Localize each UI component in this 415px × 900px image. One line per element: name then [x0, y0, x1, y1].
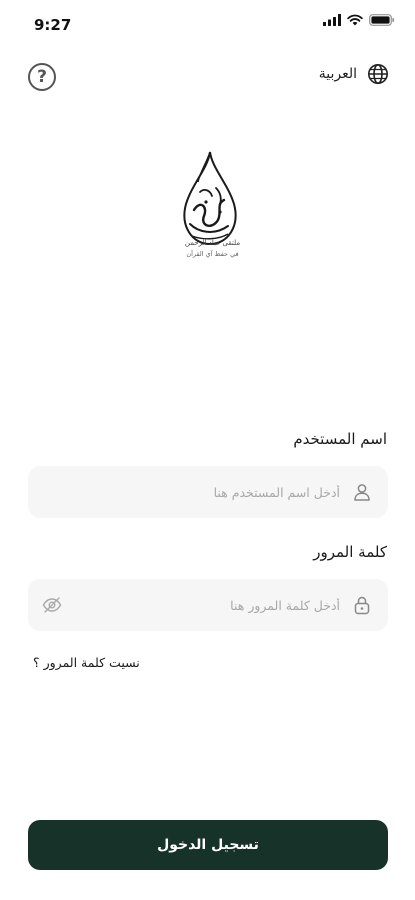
user-icon	[354, 484, 370, 501]
wifi-icon	[347, 14, 363, 26]
battery-icon	[369, 14, 395, 26]
forgot-password-link[interactable]: نسيت كلمة المرور ؟	[33, 655, 140, 670]
logo-caption-line2: في حفظ آي القرآن	[186, 250, 239, 258]
status-bar: 9:27	[0, 0, 415, 50]
help-icon: ?	[37, 67, 47, 87]
username-label: اسم المستخدم	[293, 430, 387, 448]
status-icons	[323, 14, 395, 26]
eye-off-icon[interactable]	[42, 595, 62, 615]
top-bar: ? العربية	[0, 60, 415, 92]
status-time: 9:27	[34, 16, 72, 34]
password-label: كلمة المرور	[313, 543, 387, 561]
globe-icon	[368, 64, 388, 84]
lock-icon	[354, 596, 370, 615]
language-selector[interactable]: العربية	[319, 63, 389, 85]
username-input[interactable]	[88, 466, 340, 518]
username-field	[28, 466, 388, 518]
password-field	[28, 579, 388, 631]
logo-caption-line1: ملتقى عباد الرحمن	[184, 239, 241, 247]
language-label: العربية	[318, 66, 357, 82]
help-button[interactable]: ?	[28, 63, 56, 91]
login-button[interactable]: تسجيل الدخول	[28, 820, 388, 870]
password-input[interactable]	[88, 579, 340, 631]
signal-icon	[323, 14, 341, 26]
